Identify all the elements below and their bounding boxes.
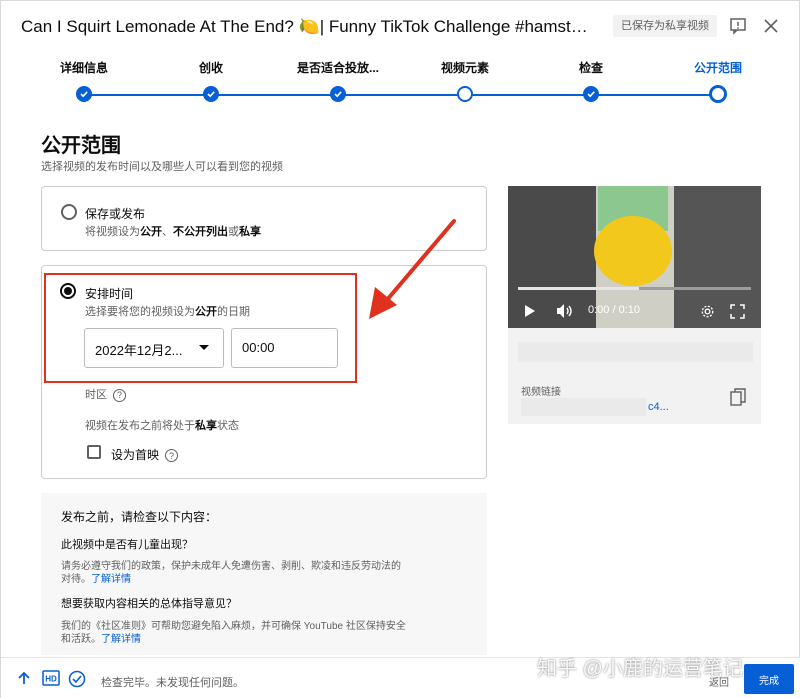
step-label: 创收: [198, 61, 223, 75]
annotation-highlight-box: [44, 273, 357, 383]
upload-icon[interactable]: [17, 670, 31, 691]
timezone-label: 时区: [85, 389, 107, 401]
help-icon[interactable]: ?: [113, 388, 126, 402]
step-label: 公开范围: [693, 61, 742, 75]
guidelines-text-2: 和活跃。了解详情: [61, 634, 141, 645]
watermark-text: 知乎 @小鹿的运营笔记: [537, 658, 743, 680]
help-icon[interactable]: ?: [165, 449, 179, 463]
learn-more-link[interactable]: 了解详情: [91, 574, 131, 585]
lemon-thumbnail: [594, 216, 672, 286]
step-label: 是否适合投放...: [296, 61, 379, 75]
check-icon: [203, 86, 219, 102]
premiere-label: 设为首映: [111, 448, 160, 462]
upload-dialog: Can I Squirt Lemonade At The End? 🍋| Fun…: [0, 0, 800, 698]
step-open-dot: [457, 86, 473, 102]
volume-icon[interactable]: [556, 303, 574, 322]
step-label: 视频元素: [440, 61, 489, 75]
checks-complete-icon[interactable]: [68, 670, 86, 693]
step-video-elements[interactable]: 视频元素: [410, 59, 520, 102]
guidance-question: 想要获取内容相关的总体指导意见？: [61, 598, 237, 610]
premiere-row: 设为首映?: [111, 446, 179, 463]
step-ad-suitability[interactable]: 是否适合投放...: [283, 59, 393, 102]
video-player[interactable]: 0:00 / 0:10: [508, 186, 761, 328]
redacted-area: [518, 342, 753, 362]
save-or-publish-radio[interactable]: [61, 204, 77, 220]
video-frame-dark: [674, 186, 761, 328]
feedback-icon[interactable]: [727, 15, 749, 37]
check-icon: [583, 86, 599, 102]
svg-text:HD: HD: [45, 675, 57, 684]
children-question: 此视频中是否有儿童出现？: [61, 539, 193, 551]
video-preview-card: 0:00 / 0:10 视频链接 c4...: [508, 186, 761, 424]
step-monetization[interactable]: 创收: [156, 59, 266, 102]
checks-status-text: 检查完毕。未发现任何问题。: [101, 677, 244, 689]
step-current-dot: [709, 85, 727, 103]
video-progress-bar[interactable]: [518, 287, 751, 290]
hd-icon[interactable]: HD: [42, 670, 60, 691]
done-button[interactable]: 完成: [744, 664, 794, 694]
step-label: 检查: [578, 61, 603, 75]
video-progress-fill: [518, 287, 640, 290]
page-subtitle: 选择视频的发布时间以及哪些人可以看到您的视频: [41, 161, 283, 173]
pre-publish-checklist: 发布之前，请检查以下内容： 此视频中是否有儿童出现？ 请务必遵守我们的政策，保护…: [41, 493, 487, 655]
premiere-checkbox[interactable]: [87, 445, 101, 459]
copy-icon[interactable]: [730, 388, 746, 411]
children-policy-text-2: 对待。了解详情: [61, 574, 131, 585]
annotation-arrow-icon: [369, 219, 456, 319]
save-or-publish-desc: 将视频设为公开、不公开列出或私享: [85, 226, 261, 238]
stepper-track: [85, 94, 718, 96]
step-visibility[interactable]: 公开范围: [663, 59, 773, 103]
time-display: 0:00 / 0:10: [588, 304, 640, 316]
step-details[interactable]: 详细信息: [29, 59, 139, 102]
dialog-header: Can I Squirt Lemonade At The End? 🍋| Fun…: [1, 1, 800, 53]
save-status-badge: 已保存为私享视频: [613, 15, 717, 37]
checklist-heading: 发布之前，请检查以下内容：: [61, 510, 218, 524]
play-icon[interactable]: [524, 304, 536, 321]
upload-stepper: 详细信息 创收 是否适合投放... 视频元素 检查 公开范围: [1, 59, 800, 109]
check-icon: [330, 86, 346, 102]
video-link-label: 视频链接: [521, 387, 561, 398]
video-link[interactable]: c4...: [648, 401, 669, 413]
page-title: 公开范围: [41, 135, 121, 157]
private-until-note: 视频在发布之前将处于私享状态: [85, 420, 239, 432]
close-icon[interactable]: [760, 15, 782, 37]
step-checks[interactable]: 检查: [536, 59, 646, 102]
fullscreen-icon[interactable]: [730, 304, 745, 322]
save-or-publish-title: 保存或发布: [85, 207, 146, 221]
learn-more-link[interactable]: 了解详情: [101, 634, 141, 645]
step-label: 详细信息: [59, 61, 108, 75]
timezone-row: 时区?: [85, 386, 126, 402]
settings-gear-icon[interactable]: [700, 304, 715, 322]
check-icon: [76, 86, 92, 102]
video-title: Can I Squirt Lemonade At The End? 🍋| Fun…: [21, 17, 591, 36]
redacted-link: [521, 398, 646, 416]
